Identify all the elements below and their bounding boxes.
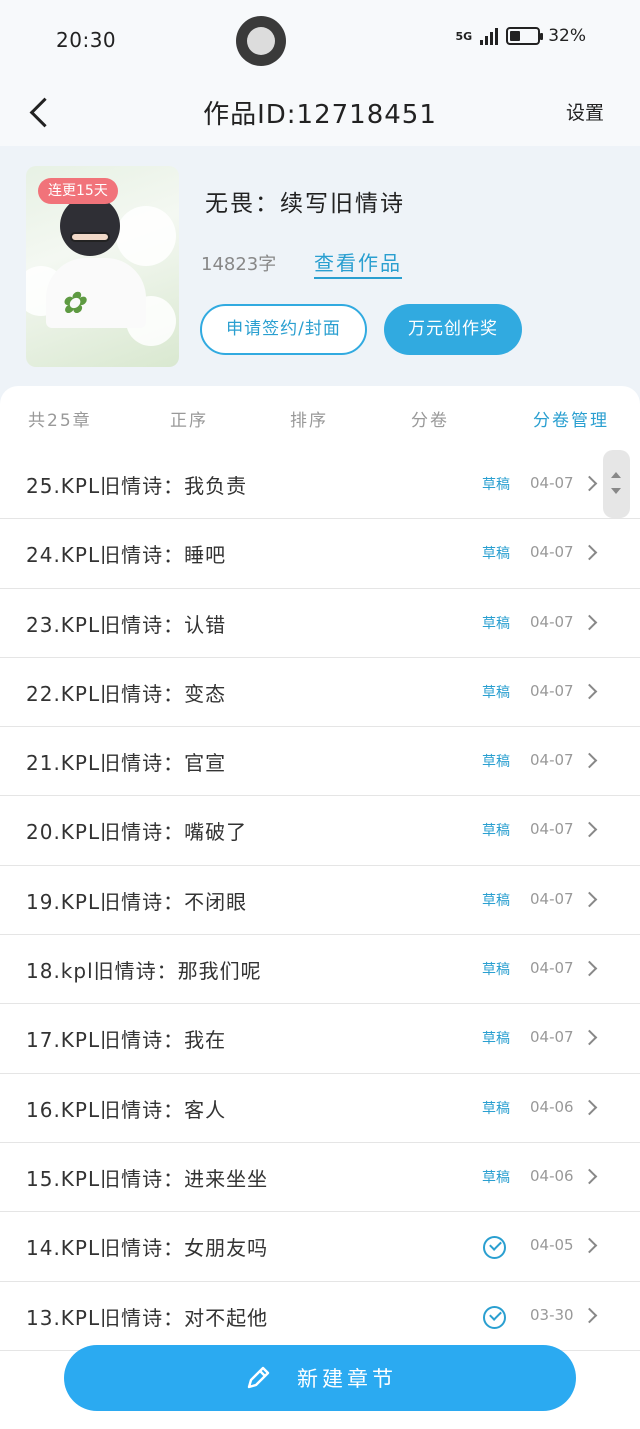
chevron-right-icon [581,1168,598,1185]
chapter-status: 草稿 [482,892,510,909]
chevron-right-icon [581,822,598,838]
chapter-row[interactable]: 16.KPL旧情诗：客人 草稿 04-06 [0,1074,640,1143]
chevron-right-icon [581,545,598,561]
page-title: 作品ID:12718451 [203,100,437,130]
app-avatar-icon [236,16,286,66]
chapter-row[interactable]: 22.KPL旧情诗：变态 草稿 04-07 [0,658,640,728]
word-count: 14823字 [201,254,277,275]
view-work-link[interactable]: 查看作品 [314,247,402,279]
chevron-right-icon [581,683,598,700]
chapter-title: 15.KPL旧情诗：进来坐坐 [26,1166,269,1191]
tab-sort[interactable]: 排序 [290,406,328,431]
apply-contract-button[interactable]: 申请签约/封面 [200,304,367,355]
network-label: 5G [455,29,473,43]
chapter-status: 草稿 [482,546,510,563]
chapter-count: 共25章 [28,411,92,431]
chapter-list: 25.KPL旧情诗：我负责 草稿 04-07 24.KPL旧情诗：睡吧 草稿 04-07 2… [0,450,640,1351]
chapter-date: 04-07 [530,751,574,770]
signal-icon [480,27,499,45]
cover-art-icon: ✿ [60,286,86,321]
chapter-date: 04-07 [530,889,574,908]
status-indicators: 5G 32% [456,26,586,46]
chevron-right-icon [581,1307,598,1323]
chapter-status: 草稿 [482,477,510,493]
chapter-date: 04-07 [530,820,574,839]
chapter-row[interactable]: 24.KPL旧情诗：睡吧 草稿 04-07 [0,519,640,589]
chapter-status: 草稿 [482,684,510,701]
chevron-right-icon [581,614,598,630]
creation-award-button[interactable]: 万元创作奖 [384,304,522,355]
chapter-date: 03-30 [530,1305,574,1324]
chapter-row[interactable]: 20.KPL旧情诗：嘴破了 草稿 04-07 [0,796,640,866]
chapter-row[interactable]: 23.KPL旧情诗：认错 草稿 04-07 [0,589,640,658]
chapter-status: 草稿 [482,1031,510,1048]
chapter-status: 草稿 [482,962,510,979]
nav-bar: 作品ID:12718451 设置 [0,80,640,146]
chapter-row[interactable]: 15.KPL旧情诗：进来坐坐 草稿 04-06 [0,1143,640,1213]
chapter-title: 13.KPL旧情诗：对不起他 [26,1305,269,1330]
chapter-date: 04-07 [530,681,574,700]
published-check-icon [483,1305,506,1329]
chapter-title: 25.KPL旧情诗：我负责 [26,474,248,498]
pencil-icon [247,1366,270,1389]
book-header: ✿ 连更15天 无畏：续写旧情诗 14823字 查看作品 申请签约/封面 万元创… [0,146,640,386]
chapter-title: 23.KPL旧情诗：认错 [26,612,227,637]
chapter-title: 16.KPL旧情诗：客人 [26,1097,227,1122]
book-title: 无畏：续写旧情诗 [205,191,405,217]
scroll-down-icon [611,488,621,494]
chapter-title: 14.KPL旧情诗：女朋友吗 [26,1236,269,1261]
chapter-date: 04-07 [530,959,574,978]
new-chapter-label: 新建章节 [297,1367,397,1391]
chapter-panel: 共25章 正序 排序 分卷 分卷管理 25.KPL旧情诗：我负责 草稿 04-07 2… [0,386,640,1429]
new-chapter-button[interactable]: 新建章节 [64,1345,576,1411]
chapter-status: 草稿 [482,1169,510,1186]
chevron-right-icon [581,891,598,908]
chapter-title: 24.KPL旧情诗：睡吧 [26,543,227,568]
chevron-right-icon [581,752,598,769]
chapter-date: 04-06 [530,1097,574,1116]
chapter-row[interactable]: 21.KPL旧情诗：官宣 草稿 04-07 [0,727,640,797]
chevron-right-icon [581,1030,598,1046]
chevron-right-icon [581,1237,598,1254]
chapter-title: 17.KPL旧情诗：我在 [26,1028,227,1053]
chapter-date: 04-07 [530,474,574,492]
book-cover[interactable]: ✿ 连更15天 [26,166,179,367]
chapter-status: 草稿 [482,754,510,771]
update-streak-badge: 连更15天 [38,178,118,204]
status-time: 20:30 [56,28,117,52]
chapter-row[interactable]: 18.kpl旧情诗：那我们呢 草稿 04-07 [0,935,640,1005]
chevron-right-icon [581,475,598,492]
battery-icon [506,27,544,45]
chapter-row[interactable]: 14.KPL旧情诗：女朋友吗 04-05 [0,1212,640,1282]
scroll-up-icon [611,472,621,478]
settings-button[interactable]: 设置 [566,98,604,125]
chapter-title: 18.kpl旧情诗：那我们呢 [26,959,262,984]
chapter-date: 04-05 [530,1236,574,1255]
chapter-row[interactable]: 17.KPL旧情诗：我在 草稿 04-07 [0,1004,640,1074]
chevron-right-icon [581,960,598,977]
chapter-date: 04-06 [530,1166,574,1185]
chapter-row[interactable]: 25.KPL旧情诗：我负责 草稿 04-07 [0,450,640,520]
tab-volume-manage[interactable]: 分卷管理 [533,406,609,431]
scrollbar-handle[interactable] [603,450,630,518]
chapter-status: 草稿 [482,615,510,632]
status-bar: 20:30 5G 32% [0,0,640,80]
chapter-date: 04-07 [530,1028,574,1047]
chapter-row[interactable]: 19.KPL旧情诗：不闭眼 草稿 04-07 [0,866,640,936]
chapter-row[interactable]: 13.KPL旧情诗：对不起他 03-30 [0,1282,640,1351]
chapter-date: 04-07 [530,612,574,631]
tab-volume[interactable]: 分卷 [411,406,449,431]
chevron-right-icon [581,1099,598,1115]
chapter-title: 21.KPL旧情诗：官宣 [26,751,227,776]
chapter-title: 20.KPL旧情诗：嘴破了 [26,820,248,845]
chapter-title: 22.KPL旧情诗：变态 [26,681,227,706]
chapter-status: 草稿 [482,1100,510,1117]
chapter-tabs: 共25章 正序 排序 分卷 分卷管理 [0,386,640,450]
chapter-title: 19.KPL旧情诗：不闭眼 [26,889,248,914]
battery-percent: 32% [548,26,586,46]
published-check-icon [483,1236,506,1260]
chapter-date: 04-07 [530,543,574,562]
tab-order[interactable]: 正序 [170,406,208,431]
chapter-status: 草稿 [482,823,510,840]
